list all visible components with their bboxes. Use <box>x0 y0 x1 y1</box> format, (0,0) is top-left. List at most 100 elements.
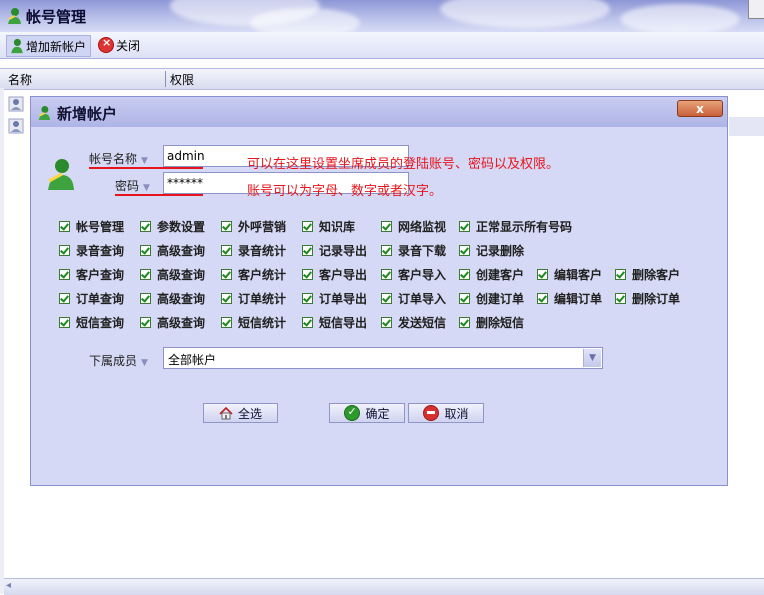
select-all-label: 全选 <box>237 406 262 421</box>
checkbox-checked-icon[interactable] <box>459 220 470 232</box>
permission-checkbox[interactable]: 删除客户 <box>615 266 680 282</box>
checkbox-checked-icon[interactable] <box>381 220 392 232</box>
checkbox-checked-icon[interactable] <box>459 316 470 328</box>
permission-checkbox[interactable]: 短信查询 <box>59 314 124 330</box>
checkbox-checked-icon[interactable] <box>140 268 151 280</box>
caret-down-icon: ▼ <box>143 183 150 193</box>
checkbox-checked-icon[interactable] <box>459 268 470 280</box>
permission-checkbox[interactable]: 订单查询 <box>59 290 124 306</box>
checkbox-checked-icon[interactable] <box>221 292 232 304</box>
checkbox-checked-icon[interactable] <box>302 316 313 328</box>
checkbox-checked-icon[interactable] <box>381 268 392 280</box>
permission-checkbox[interactable]: 帐号管理 <box>59 218 124 234</box>
permission-checkbox[interactable]: 录音查询 <box>59 242 124 258</box>
dialog-close-button[interactable]: x <box>677 100 723 117</box>
permission-checkbox[interactable]: 高级查询 <box>140 266 205 282</box>
permission-checkbox[interactable]: 录音统计 <box>221 242 286 258</box>
checkbox-checked-icon[interactable] <box>59 292 70 304</box>
permission-checkbox[interactable]: 客户导出 <box>302 266 367 282</box>
account-hint: 可以在这里设置坐席成员的登陆账号、密码以及权限。 <box>247 157 560 172</box>
cancel-button[interactable]: 取消 <box>408 403 484 423</box>
dialog-title-bar[interactable]: 新增帐户 x <box>31 97 727 127</box>
permission-checkbox[interactable]: 高级查询 <box>140 290 205 306</box>
checkbox-checked-icon[interactable] <box>221 316 232 328</box>
checkbox-checked-icon[interactable] <box>140 220 151 232</box>
checkbox-checked-icon[interactable] <box>381 292 392 304</box>
permission-checkbox[interactable]: 客户查询 <box>59 266 124 282</box>
permission-checkbox[interactable]: 正常显示所有号码 <box>459 218 575 234</box>
column-divider <box>165 71 166 87</box>
checkbox-checked-icon[interactable] <box>140 316 151 328</box>
add-user-icon <box>11 38 23 54</box>
permission-checkbox[interactable]: 删除短信 <box>459 314 524 330</box>
add-account-button[interactable]: 增加新帐户 <box>6 35 92 57</box>
permission-checkbox[interactable]: 删除订单 <box>615 290 680 306</box>
permission-checkbox[interactable]: 短信统计 <box>221 314 286 330</box>
permission-checkbox[interactable]: 高级查询 <box>140 314 205 330</box>
chevron-down-icon[interactable]: ▼ <box>583 349 601 367</box>
checkbox-checked-icon[interactable] <box>59 244 70 256</box>
permission-checkbox[interactable]: 编辑客户 <box>537 266 602 282</box>
permission-checkbox[interactable]: 记录导出 <box>302 242 367 258</box>
checkbox-checked-icon[interactable] <box>140 292 151 304</box>
checkbox-checked-icon[interactable] <box>459 292 470 304</box>
user-icon <box>8 8 21 24</box>
checkbox-checked-icon[interactable] <box>221 220 232 232</box>
permission-checkbox[interactable]: 录音下载 <box>381 242 446 258</box>
column-header-name[interactable]: 名称 <box>8 71 32 88</box>
select-all-button[interactable]: 全选 <box>203 403 278 423</box>
checkbox-checked-icon[interactable] <box>381 316 392 328</box>
permission-checkbox[interactable]: 高级查询 <box>140 242 205 258</box>
permission-checkbox[interactable]: 短信导出 <box>302 314 367 330</box>
permission-checkbox[interactable]: 知识库 <box>302 218 355 234</box>
checkbox-checked-icon[interactable] <box>59 220 70 232</box>
scroll-left-icon[interactable]: ◂ <box>6 580 11 591</box>
permission-checkbox[interactable]: 记录删除 <box>459 242 524 258</box>
checkbox-checked-icon[interactable] <box>615 292 626 304</box>
checkbox-checked-icon[interactable] <box>537 268 548 280</box>
permission-checkbox[interactable]: 客户统计 <box>221 266 286 282</box>
permission-checkbox[interactable]: 订单统计 <box>221 290 286 306</box>
password-label: 密码 ▼ <box>115 179 150 193</box>
permission-checkbox[interactable]: 发送短信 <box>381 314 446 330</box>
table-row[interactable] <box>729 117 764 136</box>
grid-left-edge <box>0 88 4 594</box>
permission-checkbox[interactable]: 客户导入 <box>381 266 446 282</box>
toolbar: 增加新帐户 × 关闭 <box>0 32 764 59</box>
permission-checkbox[interactable]: 订单导入 <box>381 290 446 306</box>
checkbox-checked-icon[interactable] <box>459 244 470 256</box>
checkbox-checked-icon[interactable] <box>59 316 70 328</box>
new-account-dialog: 新增帐户 x 帐号名称 ▼ admin 可以在这里设置坐席成员的登陆账号、密码以及… <box>30 96 728 486</box>
checkbox-checked-icon[interactable] <box>221 268 232 280</box>
checkbox-checked-icon[interactable] <box>221 244 232 256</box>
window-title-bar: 帐号管理 <box>0 0 764 32</box>
checkbox-checked-icon[interactable] <box>140 244 151 256</box>
column-header-permission[interactable]: 权限 <box>170 71 194 88</box>
ok-button[interactable]: ✓ 确定 <box>329 403 405 423</box>
permission-checkbox[interactable]: 编辑订单 <box>537 290 602 306</box>
checkbox-checked-icon[interactable] <box>381 244 392 256</box>
check-icon: ✓ <box>344 405 361 421</box>
checkbox-checked-icon[interactable] <box>302 292 313 304</box>
row-user-icon <box>8 96 24 112</box>
subordinate-select[interactable]: 全部帐户 ▼ <box>163 347 603 369</box>
close-icon: x <box>696 102 704 116</box>
password-hint: 账号可以为字母、数字或者汉字。 <box>247 184 443 199</box>
permission-checkbox[interactable]: 创建客户 <box>459 266 524 282</box>
close-button[interactable]: × 关闭 <box>98 35 140 55</box>
checkbox-checked-icon[interactable] <box>302 268 313 280</box>
checkbox-checked-icon[interactable] <box>302 220 313 232</box>
subordinate-label: 下属成员 ▼ <box>89 354 148 368</box>
checkbox-checked-icon[interactable] <box>59 268 70 280</box>
permission-checkbox[interactable]: 参数设置 <box>140 218 205 234</box>
permission-checkbox[interactable]: 网络监视 <box>381 218 446 234</box>
checkbox-checked-icon[interactable] <box>615 268 626 280</box>
checkbox-checked-icon[interactable] <box>537 292 548 304</box>
permission-checkbox[interactable]: 订单导出 <box>302 290 367 306</box>
permission-checkbox[interactable]: 创建订单 <box>459 290 524 306</box>
checkbox-checked-icon[interactable] <box>302 244 313 256</box>
permission-checkbox[interactable]: 外呼营销 <box>221 218 286 234</box>
close-label: 关闭 <box>116 38 141 53</box>
window-title: 帐号管理 <box>26 8 87 26</box>
horizontal-scrollbar[interactable]: ◂ <box>4 578 764 595</box>
